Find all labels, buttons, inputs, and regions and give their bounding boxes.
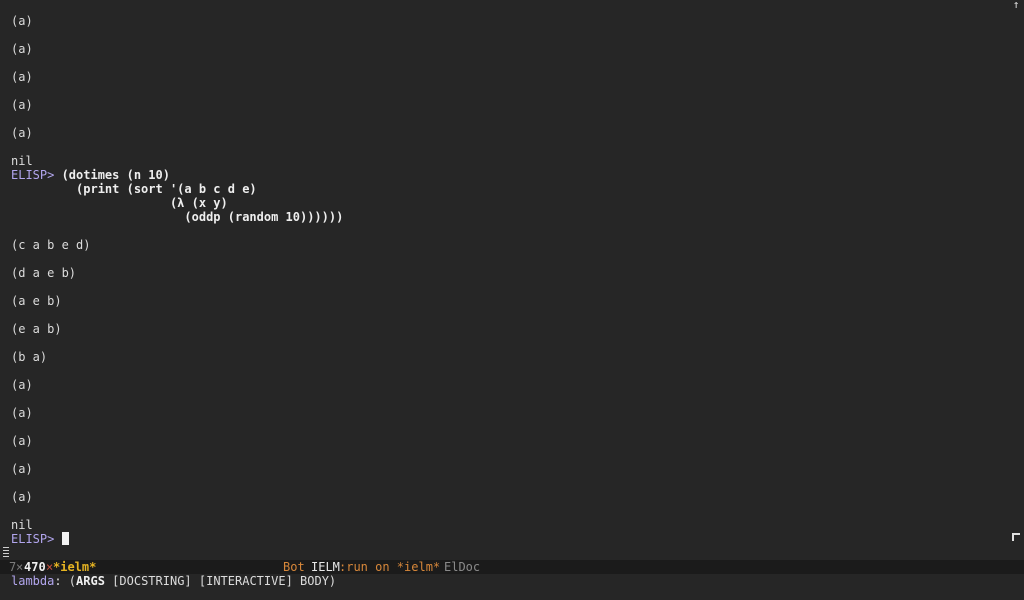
arrow-up-icon[interactable]: ↑: [1011, 0, 1021, 10]
eldoc-function-name: lambda: [11, 574, 55, 588]
output-line: (a): [11, 98, 33, 112]
result-line: nil: [11, 154, 33, 168]
input-code[interactable]: (dotimes (n 10): [62, 168, 170, 182]
output-line: (a): [11, 406, 33, 420]
input-code-line[interactable]: (λ (x y): [11, 196, 228, 210]
mode-line[interactable]: 7 × 470 × *ielm* Bot IELM :run on *ielm*…: [0, 560, 1024, 574]
output-line: (a e b): [11, 294, 62, 308]
prompt-line[interactable]: ELISP>: [11, 532, 69, 546]
echo-area: lambda: (ARGS [DOCSTRING] [INTERACTIVE] …: [11, 574, 336, 588]
minor-modes[interactable]: ElDoc: [444, 560, 480, 574]
eldoc-colon: : (: [54, 574, 77, 588]
output-line: (b a): [11, 350, 48, 364]
line-number: 470: [24, 560, 46, 574]
prompt-line[interactable]: ELISP> (dotimes (n 10): [11, 168, 170, 182]
ielm-buffer[interactable]: (a) (a) (a) (a) (a) nil ELISP> (dotimes …: [0, 0, 1024, 560]
buffer-name[interactable]: *ielm*: [53, 560, 96, 574]
result-line: nil: [11, 518, 33, 532]
eldoc-current-arg: ARGS: [76, 574, 105, 588]
output-line: (d a e b): [11, 266, 77, 280]
output-line: (a): [11, 42, 33, 56]
corner-bracket-icon: [1012, 533, 1020, 541]
output-line: (c a b e d): [11, 238, 91, 252]
output-line: (a): [11, 434, 33, 448]
output-line: (a): [11, 70, 33, 84]
text-cursor: [61, 532, 69, 545]
major-mode[interactable]: IELM: [311, 560, 340, 574]
eldoc-args: [DOCSTRING] [INTERACTIVE] BODY): [104, 574, 337, 588]
continuation-fringe-icon: [3, 547, 9, 558]
output-line: (a): [11, 378, 33, 392]
output-line: (e a b): [11, 322, 62, 336]
input-code-line[interactable]: (print (sort '(a b c d e): [11, 182, 257, 196]
process-status: :run on *ielm*: [339, 560, 441, 574]
elisp-prompt: ELISP>: [11, 168, 62, 182]
elisp-prompt: ELISP>: [11, 532, 62, 546]
output-line: (a): [11, 490, 33, 504]
position-separator: ×: [16, 560, 24, 574]
output-line: (a): [11, 462, 33, 476]
input-code-line[interactable]: (oddp (random 10)))))): [11, 210, 343, 224]
output-line: (a): [11, 126, 33, 140]
buffer-position: Bot: [283, 560, 305, 574]
output-line: (a): [11, 14, 33, 28]
